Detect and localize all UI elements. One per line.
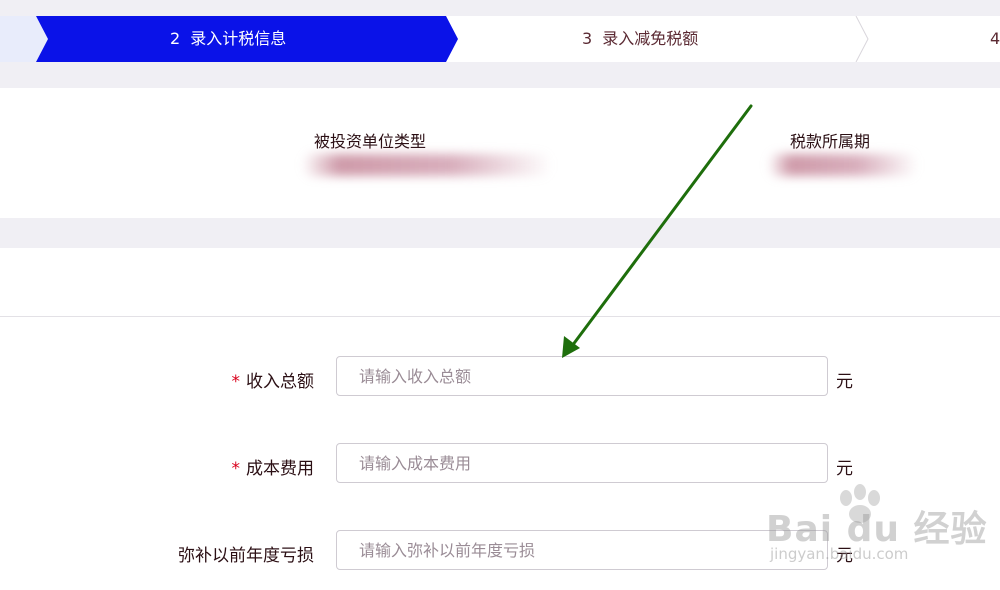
step-3-border xyxy=(855,16,869,62)
step-progress-bar: 2 录入计税信息 3 录入减免税额 4 xyxy=(0,16,1000,62)
form-divider xyxy=(0,316,1000,317)
step-2-text: 录入计税信息 xyxy=(190,29,287,48)
step-4-number: 4 xyxy=(990,29,1000,48)
required-mark: * xyxy=(231,372,241,392)
cost-expense-input[interactable] xyxy=(336,443,828,483)
income-total-label-text: 收入总额 xyxy=(246,372,314,392)
income-total-input[interactable] xyxy=(336,356,828,396)
cost-expense-unit: 元 xyxy=(836,459,853,479)
step-chevrons xyxy=(0,16,869,62)
cost-expense-label: * 成本费用 xyxy=(114,454,315,479)
income-total-unit: 元 xyxy=(836,372,853,392)
tax-form: *收入总额 元 *成本费用 元 弥补以前年度亏损 元 xyxy=(0,248,1000,590)
income-total-label: * 收入总额 xyxy=(114,367,315,392)
step-2-label[interactable]: 2 录入计税信息 xyxy=(170,16,286,62)
prior-loss-label: 弥补以前年度亏损 xyxy=(178,546,314,566)
step-3-number: 3 xyxy=(582,29,593,48)
section-gap-2 xyxy=(0,218,1000,248)
required-mark: * xyxy=(231,459,241,479)
investee-type-label: 被投资单位类型 xyxy=(314,132,427,151)
info-panel: 被投资单位类型 税款所属期 xyxy=(0,88,1000,218)
tax-period-value-redacted xyxy=(768,154,918,176)
step-3-text: 录入减免税额 xyxy=(602,29,699,48)
cost-expense-label-text: 成本费用 xyxy=(246,459,314,479)
section-gap xyxy=(0,62,1000,88)
prior-loss-input[interactable] xyxy=(336,530,828,570)
prior-loss-unit: 元 xyxy=(836,546,853,566)
step-3-label[interactable]: 3 录入减免税额 xyxy=(582,16,698,62)
investee-type-value-redacted xyxy=(302,154,552,176)
top-bar xyxy=(0,0,1000,16)
tax-period-label: 税款所属期 xyxy=(790,132,871,151)
step-2-number: 2 xyxy=(170,29,181,48)
step-4-label[interactable]: 4 xyxy=(990,16,1000,62)
